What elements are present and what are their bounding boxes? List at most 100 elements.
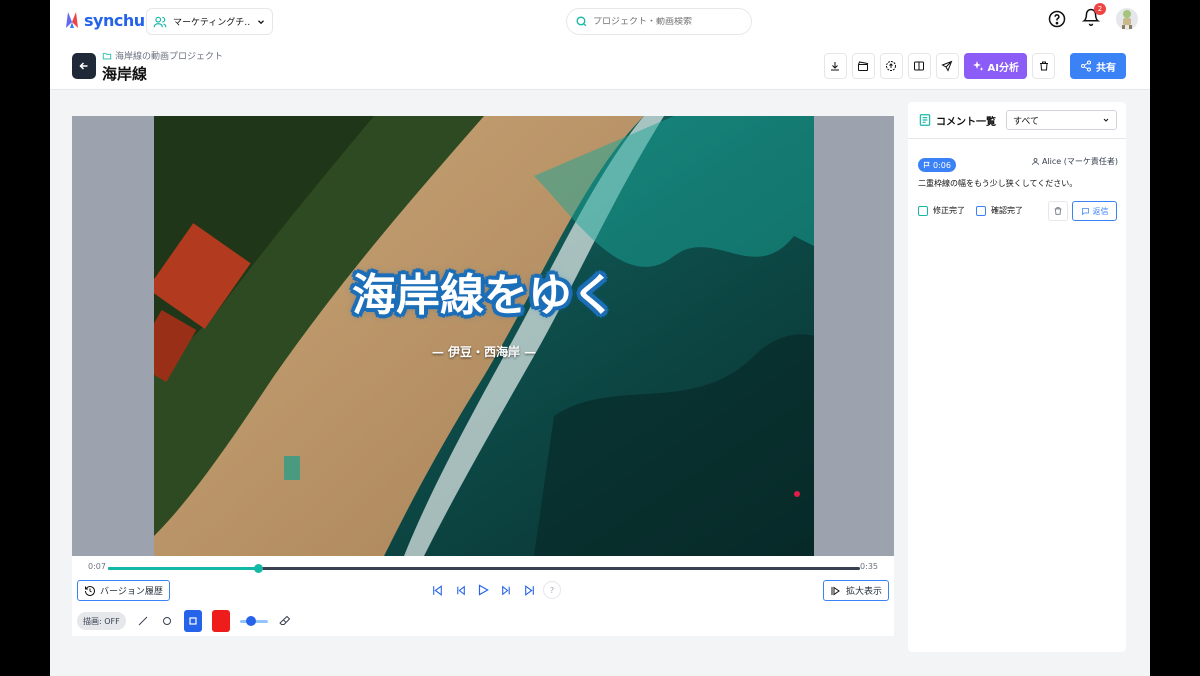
- timeline[interactable]: 0:07 0:35: [72, 562, 894, 574]
- project-header: 海岸線の動画プロジェクト 海岸線 AI分析 共有: [50, 44, 1150, 90]
- video-title-overlay: 海岸線をゆく: [352, 270, 616, 321]
- breadcrumb[interactable]: 海岸線の動画プロジェクト: [102, 49, 223, 62]
- header-actions: AI分析 共有: [823, 53, 1126, 79]
- skip-end-button[interactable]: [520, 580, 538, 600]
- comment-text: 二重枠線の幅をもう少し狭くしてください。: [918, 179, 1078, 188]
- comment-author: Alice (マーケ責任者): [1031, 156, 1118, 167]
- expand-view-button[interactable]: 拡大表示: [822, 580, 889, 601]
- video-subtitle-overlay: — 伊豆・西海岸 —: [431, 345, 537, 359]
- expand-icon: [831, 586, 840, 595]
- rectangle-tool[interactable]: [183, 610, 202, 632]
- trash-icon: [1039, 61, 1048, 71]
- send-icon: [941, 60, 953, 72]
- team-selector[interactable]: マーケティングチ…: [146, 8, 273, 35]
- comment-timestamp: 0:06: [933, 160, 951, 170]
- comment-filter-value: すべて: [1013, 116, 1040, 127]
- expand-view-label: 拡大表示: [845, 587, 882, 597]
- comment-item[interactable]: 0:06 Alice (マーケ責任者) 二重枠線の幅をもう少し狭くしてください。…: [918, 154, 1118, 221]
- download-button[interactable]: [823, 53, 847, 79]
- page-title: 海岸線: [102, 65, 148, 83]
- timeline-progress: [108, 567, 259, 570]
- circle-tool[interactable]: [160, 614, 174, 628]
- frame-forward-button[interactable]: [497, 580, 515, 600]
- share-button[interactable]: 共有: [1070, 53, 1126, 79]
- shortcuts-help-button[interactable]: ?: [543, 581, 561, 599]
- drawing-toolbar: 描画: OFF: [77, 610, 292, 632]
- version-history-label: バージョン履歴: [100, 587, 163, 597]
- confirm-done-label: 確認完了: [991, 206, 1023, 215]
- stroke-width-slider[interactable]: [239, 615, 268, 626]
- chevron-down-icon: [258, 19, 264, 24]
- share-label: 共有: [1096, 62, 1116, 74]
- step-back-icon: [456, 585, 465, 595]
- chevron-down-icon: [1103, 118, 1109, 122]
- circle-icon: [162, 617, 171, 625]
- skip-forward-icon: [524, 584, 534, 596]
- logo[interactable]: synchub: [64, 10, 156, 30]
- share-icon: [1081, 60, 1091, 72]
- comments-header: コメント一覧 すべて: [908, 102, 1126, 139]
- skip-start-button[interactable]: [428, 580, 446, 600]
- reply-button[interactable]: 返信: [1072, 201, 1117, 221]
- stroke-width-slider-knob[interactable]: [245, 615, 256, 626]
- line-tool[interactable]: [136, 614, 150, 628]
- replace-video-button[interactable]: [879, 53, 903, 79]
- trash-icon: [1054, 207, 1062, 215]
- duration: 0:35: [860, 562, 878, 571]
- columns-icon: [914, 61, 925, 71]
- compare-button[interactable]: [907, 53, 931, 79]
- fix-done-checkbox[interactable]: [918, 205, 928, 216]
- current-time: 0:07: [88, 562, 106, 571]
- eraser-tool[interactable]: [278, 614, 292, 628]
- ai-analysis-label: AI分析: [987, 62, 1019, 74]
- comment-filter-select[interactable]: すべて: [1006, 110, 1117, 130]
- folder-icon: [102, 52, 112, 59]
- confirm-done-checkbox[interactable]: [976, 205, 986, 216]
- flag-icon: [923, 161, 930, 168]
- top-bar: synchub マーケティングチ… 2: [50, 0, 1150, 44]
- reply-label: 返信: [1092, 206, 1109, 216]
- search-box[interactable]: [566, 8, 752, 35]
- rectangle-icon: [189, 617, 197, 625]
- play-button[interactable]: [474, 580, 492, 600]
- comment-timestamp-badge[interactable]: 0:06: [918, 158, 956, 172]
- eraser-icon: [279, 615, 290, 625]
- ai-analysis-button[interactable]: AI分析: [963, 53, 1027, 79]
- delete-comment-button[interactable]: [1048, 201, 1068, 221]
- team-selector-label: マーケティングチ…: [173, 18, 250, 28]
- delete-project-button[interactable]: [1032, 53, 1055, 79]
- comments-title: コメント一覧: [936, 116, 996, 128]
- back-button[interactable]: [72, 53, 96, 79]
- help-icon[interactable]: [1048, 10, 1066, 28]
- step-forward-icon: [501, 585, 510, 595]
- app-window: synchub マーケティングチ… 2 海岸: [50, 0, 1150, 676]
- comment-list-icon: [919, 114, 931, 126]
- draw-toggle[interactable]: 描画: OFF: [77, 612, 126, 630]
- notification-badge: 2: [1094, 3, 1106, 15]
- logo-text: synchub: [84, 10, 156, 30]
- avatar[interactable]: [1116, 8, 1138, 30]
- timeline-track[interactable]: [108, 564, 860, 573]
- fix-done-label: 修正完了: [933, 206, 965, 215]
- frame-back-button[interactable]: [451, 580, 469, 600]
- avatar-figure-icon: [1122, 10, 1132, 29]
- search-input[interactable]: [593, 16, 743, 27]
- notifications-button[interactable]: 2: [1081, 3, 1106, 30]
- circle-upload-icon: [886, 61, 897, 71]
- skip-back-icon: [432, 584, 442, 596]
- color-swatch[interactable]: [211, 610, 230, 632]
- video-area[interactable]: 海岸線をゆく — 伊豆・西海岸 —: [72, 116, 894, 556]
- clapperboard-icon: [858, 61, 869, 71]
- top-icons: 2: [1048, 3, 1138, 30]
- clapperboard-button[interactable]: [851, 53, 875, 79]
- history-icon: [85, 585, 95, 596]
- video-frame: 海岸線をゆく — 伊豆・西海岸 —: [154, 116, 814, 556]
- comment-actions: 修正完了 確認完了 返信: [918, 201, 1118, 221]
- version-history-button[interactable]: バージョン履歴: [77, 580, 170, 601]
- arrow-left-icon: [79, 62, 88, 70]
- coastline-aerial-image: [154, 116, 814, 556]
- line-icon: [138, 616, 148, 626]
- timeline-scrubber[interactable]: [254, 564, 264, 573]
- send-button[interactable]: [935, 53, 959, 79]
- users-icon: [153, 16, 167, 27]
